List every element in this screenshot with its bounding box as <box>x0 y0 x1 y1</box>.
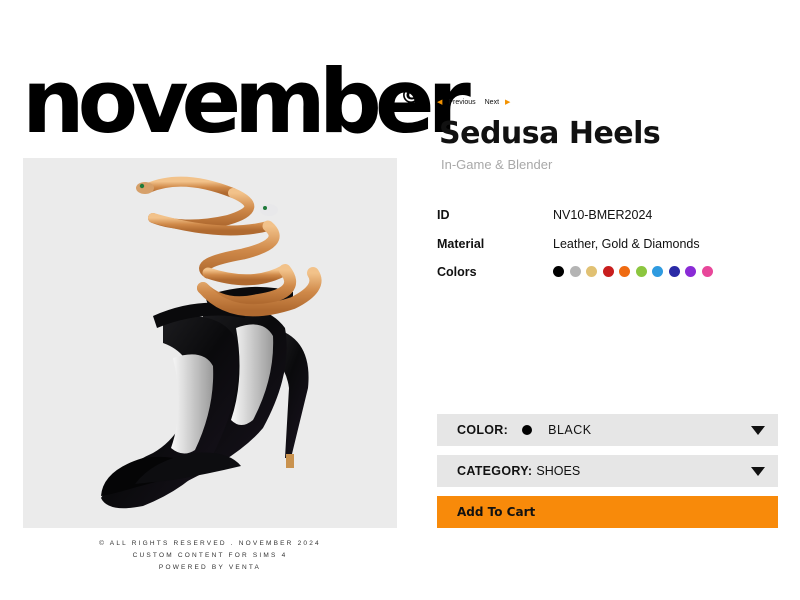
spec-colors-label: Colors <box>437 265 477 279</box>
color-swatch[interactable] <box>569 266 581 277</box>
next-link[interactable]: Next ▶ <box>484 98 511 107</box>
brand-logo[interactable]: november <box>22 58 471 146</box>
color-swatch[interactable] <box>652 266 663 277</box>
color-swatch[interactable] <box>668 266 680 277</box>
chevron-down-icon <box>751 467 765 476</box>
chevron-down-icon <box>751 426 765 435</box>
footer-tagline: CUSTOM CONTENT FOR SIMS 4 <box>132 552 288 559</box>
category-select[interactable]: CATEGORY: SHOES <box>437 455 778 487</box>
product-pager: ◀ Previous Next ▶ <box>437 98 511 107</box>
color-swatch[interactable] <box>701 266 713 277</box>
color-select[interactable]: COLOR: BLACK <box>437 414 778 446</box>
footer-copyright: © ALL RIGHTS RESERVED . NOVEMBER 2024 <box>99 540 321 547</box>
next-label: Next <box>484 98 500 106</box>
snake-heels-illustration <box>101 176 322 509</box>
previous-label: Previous <box>448 98 476 106</box>
add-to-cart-button[interactable]: Add To Cart <box>437 496 778 528</box>
footer-powered-by: POWERED BY VENTA <box>158 564 262 571</box>
color-swatch[interactable] <box>602 266 614 277</box>
color-swatch[interactable] <box>619 266 630 277</box>
copyright-mark: © <box>400 84 422 109</box>
color-swatch[interactable] <box>586 266 597 277</box>
color-swatch[interactable] <box>635 266 647 277</box>
previous-link[interactable]: ◀ Previous <box>437 98 476 107</box>
product-title: Sedusa Heels <box>439 116 661 151</box>
product-image <box>23 158 397 528</box>
color-select-value: BLACK <box>548 423 592 437</box>
spec-material-value: Leather, Gold & Diamonds <box>553 237 700 251</box>
site-footer: © ALL RIGHTS RESERVED . NOVEMBER 2024 CU… <box>23 538 397 574</box>
chevron-right-icon: ▶ <box>505 99 511 106</box>
spec-material-label: Material <box>437 237 485 251</box>
color-swatch[interactable] <box>685 266 696 277</box>
category-select-value: SHOES <box>536 464 581 478</box>
product-subtitle: In-Game & Blender <box>441 157 553 172</box>
spec-id-label: ID <box>437 208 450 222</box>
chevron-left-icon: ◀ <box>437 99 443 106</box>
color-select-label: COLOR: <box>457 423 509 437</box>
color-swatch[interactable] <box>553 266 564 277</box>
selected-color-dot <box>522 425 533 435</box>
category-select-label: CATEGORY: <box>457 464 533 478</box>
color-swatches <box>553 266 713 277</box>
spec-id-value: NV10-BMER2024 <box>553 208 653 222</box>
